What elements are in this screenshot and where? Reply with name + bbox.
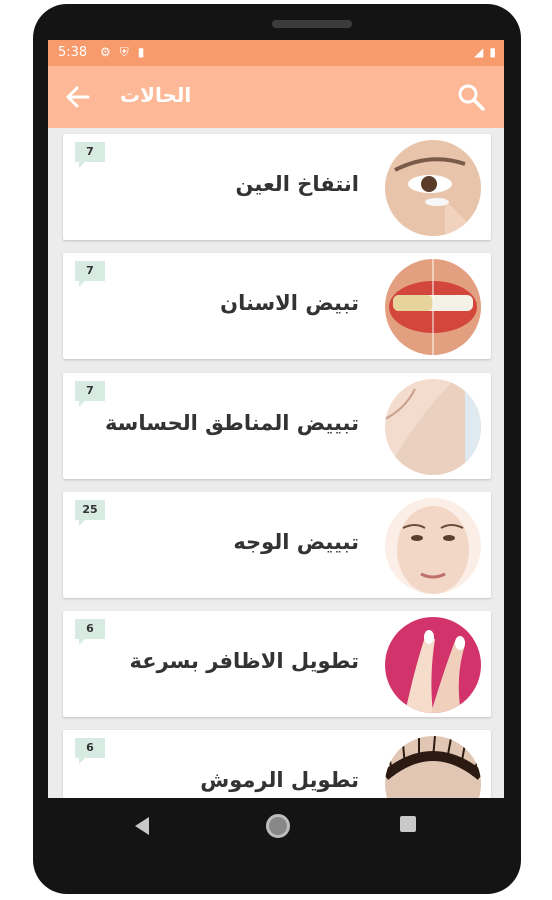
underarm-thumbnail (385, 379, 481, 475)
sim-card-icon: ▮ (137, 45, 145, 59)
count-badge: 7 (75, 381, 105, 407)
nav-home-icon[interactable] (266, 814, 290, 838)
status-bar: 5:38 ⚙ ⛨ ▮ ◢ ▮ (48, 40, 504, 66)
eyelashes-thumbnail (385, 736, 481, 798)
eye-thumbnail (385, 140, 481, 236)
item-title: انتفاخ العين (235, 172, 359, 196)
list-item[interactable]: 6 تطويل الاظافر بسرعة (63, 611, 491, 717)
signal-icon: ◢ (474, 45, 484, 59)
search-icon[interactable] (456, 82, 486, 112)
teeth-thumbnail (385, 259, 481, 355)
count-badge: 7 (75, 142, 105, 168)
item-title: تبيض الاسنان (220, 291, 359, 315)
gear-icon: ⚙ (100, 45, 111, 59)
screen: 5:38 ⚙ ⛨ ▮ ◢ ▮ الحالات 7 انتفاخ العين 7 … (48, 40, 504, 798)
list-item[interactable]: 7 انتفاخ العين (63, 134, 491, 240)
list-item[interactable]: 25 تبييض الوجه (63, 492, 491, 598)
count-badge: 6 (75, 619, 105, 645)
item-title: تطويل الاظافر بسرعة (129, 649, 359, 673)
face-thumbnail (385, 498, 481, 594)
speaker-grille (272, 20, 352, 28)
status-time: 5:38 (58, 45, 88, 60)
back-arrow-icon[interactable] (64, 84, 92, 110)
list-item[interactable]: 7 تبييض المناطق الحساسة (63, 373, 491, 479)
count-badge: 25 (75, 500, 105, 526)
list-item[interactable]: 6 تطويل الرموش (63, 730, 491, 798)
list-item[interactable]: 7 تبيض الاسنان (63, 253, 491, 359)
shield-icon: ⛨ (119, 45, 129, 59)
app-bar: الحالات (48, 66, 504, 128)
system-nav-bar (48, 798, 504, 858)
item-title: تطويل الرموش (200, 768, 359, 792)
nav-recents-icon[interactable] (400, 816, 416, 832)
nails-thumbnail (385, 617, 481, 713)
battery-icon: ▮ (489, 45, 496, 59)
page-title: الحالات (120, 83, 192, 107)
nav-back-icon[interactable] (133, 816, 151, 836)
count-badge: 6 (75, 738, 105, 764)
count-badge: 7 (75, 261, 105, 287)
item-title: تبييض المناطق الحساسة (104, 411, 359, 435)
item-title: تبييض الوجه (233, 530, 359, 554)
cases-list[interactable]: 7 انتفاخ العين 7 تبيض الاسنان 7 تبييض ال… (48, 128, 504, 798)
